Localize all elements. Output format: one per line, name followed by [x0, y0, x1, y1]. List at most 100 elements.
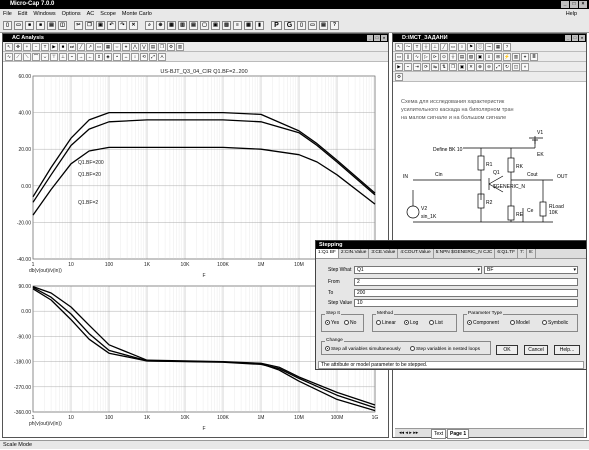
sch-circle-icon[interactable]: ○ [458, 42, 466, 51]
sch-nav-icons[interactable]: ◂◂ ◂ ▸ ▸▸ [399, 429, 418, 437]
sch-select-icon[interactable]: ↖ [395, 42, 403, 51]
print-icon[interactable]: ▤ [47, 20, 56, 30]
sch-rect-icon[interactable]: ▭ [449, 42, 457, 51]
tab-step-7[interactable]: 7: [518, 249, 528, 258]
high-icon[interactable]: ⊤ [50, 52, 58, 61]
menu-edit[interactable]: Edit [18, 11, 27, 17]
sch-wire-icon[interactable]: 〜 [404, 42, 412, 51]
sch-map-icon[interactable]: ⌖ [521, 52, 529, 61]
crest-icon[interactable]: ⌒ [32, 52, 40, 61]
print-plot-icon[interactable]: ▥ [176, 42, 184, 51]
sch-ind-icon[interactable]: ∿ [413, 52, 421, 61]
step-it-yes[interactable]: Yes [325, 320, 339, 326]
save-icon[interactable]: ■ [25, 20, 34, 30]
tab-page-1[interactable]: Page 1 [447, 429, 470, 439]
sch-mirror-icon[interactable]: ⇋ [431, 62, 439, 71]
menu-monte-carlo[interactable]: Monte Carlo [122, 11, 152, 17]
tab-text[interactable]: Text [431, 429, 447, 439]
new-file-icon[interactable]: ▯ [3, 20, 12, 30]
schematic-canvas[interactable]: Define BK 10 V1 EK R1 RK Cout OUT IN Cin… [393, 126, 586, 236]
measure-icon[interactable]: ⇕ [95, 52, 103, 61]
sch-bus-icon[interactable]: ≡ [485, 52, 493, 61]
wave-icon[interactable]: ∿ [5, 52, 13, 61]
redo-icon[interactable]: ↷ [118, 20, 127, 30]
step-param-select[interactable]: BF ▾ [484, 266, 578, 274]
menu-help[interactable]: Help [566, 11, 577, 17]
table-view-icon[interactable]: ▤ [149, 42, 157, 51]
rect-tool-icon[interactable]: ▭ [95, 42, 103, 51]
restore-icon[interactable]: ⟲ [140, 52, 148, 61]
sch-rotate-icon[interactable]: ⟳ [422, 62, 430, 71]
cursor-icon[interactable]: ⌖ [122, 42, 130, 51]
ac-maximize-icon[interactable]: □ [374, 35, 380, 41]
sch-close-icon[interactable]: × [579, 35, 585, 41]
ramp-icon[interactable]: ⟋ [14, 52, 22, 61]
sch-gear-icon[interactable]: ⚙ [395, 72, 403, 81]
maximize-icon[interactable]: □ [570, 1, 578, 8]
to-input[interactable]: 200 [354, 289, 578, 297]
param-model[interactable]: Model [510, 320, 530, 326]
sch-cap-icon[interactable]: ∥ [404, 52, 412, 61]
menu-scope[interactable]: Scope [100, 11, 116, 17]
grid-toggle-icon[interactable]: ▦ [104, 42, 112, 51]
step-value-input[interactable]: 10 [354, 299, 578, 307]
sch-tbl-icon[interactable]: ▤ [458, 52, 466, 61]
sch-help-icon[interactable]: ? [503, 42, 511, 51]
sch-sheet-icon[interactable]: ▧ [467, 52, 475, 61]
sch-info-icon[interactable]: ⓘ [476, 42, 484, 51]
settings-icon[interactable]: ⚙ [167, 42, 175, 51]
sch-text-icon[interactable]: T [413, 42, 421, 51]
run-icon[interactable]: ▶ [50, 42, 58, 51]
help-button[interactable]: Help... [554, 345, 580, 355]
sch-maximize-icon[interactable]: □ [572, 35, 578, 41]
undo-icon[interactable]: ↶ [107, 20, 116, 30]
open-folder-icon[interactable]: ▭ [14, 20, 23, 30]
label-icon[interactable]: A [158, 52, 166, 61]
method-linear[interactable]: Linear [376, 320, 396, 326]
probe-g-icon[interactable]: G [284, 20, 295, 30]
low-icon[interactable]: ⊥ [59, 52, 67, 61]
sch-grid-icon[interactable]: ▦ [494, 42, 502, 51]
sch-flag-icon[interactable]: ⚑ [467, 42, 475, 51]
method-list[interactable]: List [429, 320, 443, 326]
change-nested[interactable]: Step variables in nested loops [410, 346, 480, 352]
tab-step-6[interactable]: 6:Q1.TF [495, 249, 518, 258]
ok-button[interactable]: OK [496, 345, 518, 355]
find-icon[interactable]: ⌕ [145, 20, 154, 30]
param-symbolic[interactable]: Symbolic [542, 320, 568, 326]
method-log[interactable]: Log [404, 320, 418, 326]
step-it-no[interactable]: No [344, 320, 356, 326]
copy-plot-icon[interactable]: ❐ [158, 42, 166, 51]
sch-panel-icon[interactable]: ▥ [512, 52, 520, 61]
sch-conn-icon[interactable]: ⊞ [494, 52, 502, 61]
change-simultaneous[interactable]: Step all variables simultaneously [325, 346, 401, 352]
sch-del-icon[interactable]: ✕ [467, 62, 475, 71]
zoom-icon[interactable]: ⊕ [156, 20, 165, 30]
next-icon[interactable]: → [77, 52, 85, 61]
sch-fit-icon[interactable]: ⤢ [494, 62, 502, 71]
sch-zoom-out-icon[interactable]: ⊖ [485, 62, 493, 71]
menu-windows[interactable]: Windows [33, 11, 55, 17]
close-icon[interactable]: × [579, 1, 587, 8]
step-what-select[interactable]: Q1 ▾ [354, 266, 482, 274]
probe-p-icon[interactable]: P [271, 20, 282, 30]
grid-icon[interactable]: ▦ [167, 20, 176, 30]
save-all-icon[interactable]: ■ [36, 20, 45, 30]
table-icon[interactable]: ▦ [244, 20, 253, 30]
sch-copy-icon[interactable]: ❐ [449, 62, 457, 71]
sch-pwr-icon[interactable]: ⚡ [503, 52, 511, 61]
tab-step-4[interactable]: 4:COUT.Value [398, 249, 434, 258]
zoom-out-icon[interactable]: − [32, 42, 40, 51]
sch-run-icon[interactable]: ▶ [395, 62, 403, 71]
mark-icon[interactable]: ⌁ [68, 52, 76, 61]
tab-step-8[interactable]: 8: [527, 249, 537, 258]
tag-icon[interactable]: ◈ [104, 52, 112, 61]
from-input[interactable]: 2 [354, 278, 578, 286]
cancel-button[interactable]: Cancel [524, 345, 548, 355]
arrow-tool-icon[interactable]: ↗ [86, 42, 94, 51]
param-component[interactable]: Component [467, 320, 499, 326]
peak-icon[interactable]: ⋀ [131, 42, 139, 51]
ac-minimize-icon[interactable]: _ [367, 35, 373, 41]
text-tool-icon[interactable]: T [41, 42, 49, 51]
bar-icon[interactable]: ▮ [255, 20, 264, 30]
